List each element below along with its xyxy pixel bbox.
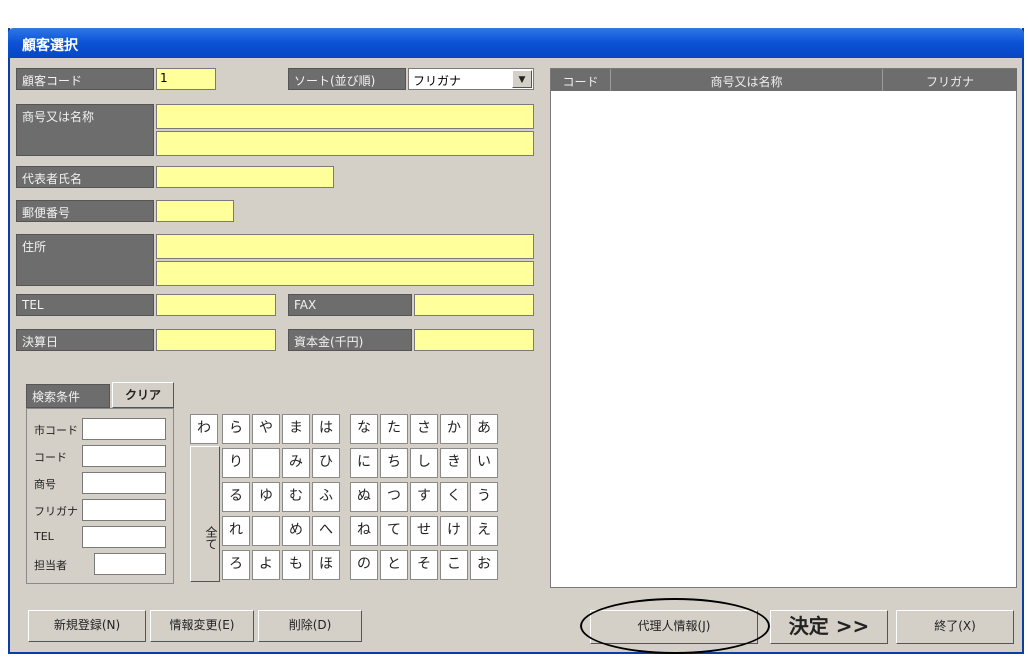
kana-cell[interactable]: ち bbox=[380, 448, 408, 478]
kana-cell[interactable]: や bbox=[252, 414, 280, 444]
edit-button[interactable]: 情報変更(E) bbox=[150, 610, 254, 642]
search-field-label: 市コード bbox=[34, 424, 78, 437]
kana-cell[interactable]: ひ bbox=[312, 448, 340, 478]
settlement-input[interactable] bbox=[156, 329, 276, 351]
customer-list[interactable]: コード 商号又は名称 フリガナ bbox=[550, 68, 1017, 588]
search-field-input[interactable] bbox=[82, 499, 166, 521]
capital-label: 資本金(千円) bbox=[288, 329, 412, 351]
list-header-name[interactable]: 商号又は名称 bbox=[611, 69, 883, 91]
kana-cell[interactable]: へ bbox=[312, 516, 340, 546]
kana-cell[interactable]: ぬ bbox=[350, 482, 378, 512]
address-input-2[interactable] bbox=[156, 261, 534, 286]
representative-input[interactable] bbox=[156, 166, 334, 188]
search-field-label: TEL bbox=[34, 530, 54, 543]
decide-button[interactable]: 決定 >> bbox=[770, 610, 888, 644]
kana-cell[interactable]: か bbox=[440, 414, 468, 444]
kana-cell[interactable]: う bbox=[470, 482, 498, 512]
kana-cell[interactable]: た bbox=[380, 414, 408, 444]
kana-cell[interactable]: い bbox=[470, 448, 498, 478]
kana-cell[interactable]: る bbox=[222, 482, 250, 512]
tel-label: TEL bbox=[16, 294, 154, 316]
list-header-code[interactable]: コード bbox=[551, 69, 611, 91]
tel-input[interactable] bbox=[156, 294, 276, 316]
search-field-input[interactable] bbox=[82, 526, 166, 548]
kana-cell[interactable]: ろ bbox=[222, 550, 250, 580]
kana-cell[interactable]: と bbox=[380, 550, 408, 580]
clear-button[interactable]: クリア bbox=[112, 382, 174, 408]
kana-cell[interactable]: し bbox=[410, 448, 438, 478]
search-field-label: フリガナ bbox=[34, 505, 78, 518]
kana-cell[interactable]: よ bbox=[252, 550, 280, 580]
kana-cell[interactable]: に bbox=[350, 448, 378, 478]
kana-cell[interactable]: て bbox=[380, 516, 408, 546]
name-input-2[interactable] bbox=[156, 131, 534, 156]
kana-cell[interactable]: さ bbox=[410, 414, 438, 444]
kana-cell[interactable]: の bbox=[350, 550, 378, 580]
new-button[interactable]: 新規登録(N) bbox=[28, 610, 146, 642]
capital-input[interactable] bbox=[414, 329, 534, 351]
settlement-label: 決算日 bbox=[16, 329, 154, 351]
kana-cell[interactable]: く bbox=[440, 482, 468, 512]
address-label: 住所 bbox=[16, 234, 154, 286]
postal-input[interactable] bbox=[156, 200, 234, 222]
list-header-kana[interactable]: フリガナ bbox=[883, 69, 1017, 91]
highlight-ellipse bbox=[580, 598, 770, 654]
exit-button[interactable]: 終了(X) bbox=[896, 610, 1014, 644]
kana-cell[interactable]: り bbox=[222, 448, 250, 478]
search-title: 検索条件 bbox=[26, 384, 110, 408]
search-field-label: 担当者 bbox=[34, 559, 67, 572]
kana-cell[interactable]: め bbox=[282, 516, 310, 546]
kana-cell[interactable]: ゆ bbox=[252, 482, 280, 512]
kana-cell bbox=[252, 516, 280, 546]
kana-cell[interactable]: な bbox=[350, 414, 378, 444]
delete-button[interactable]: 削除(D) bbox=[258, 610, 362, 642]
search-field-label: 商号 bbox=[34, 478, 56, 491]
name-input-1[interactable] bbox=[156, 104, 534, 129]
fax-input[interactable] bbox=[414, 294, 534, 316]
sort-value: フリガナ bbox=[413, 74, 462, 88]
search-field-label: コード bbox=[34, 451, 67, 464]
chevron-down-icon[interactable]: ▼ bbox=[512, 70, 532, 88]
sort-label: ソート(並び順) bbox=[288, 68, 406, 90]
name-label: 商号又は名称 bbox=[16, 104, 154, 156]
representative-label: 代表者氏名 bbox=[16, 166, 154, 188]
kana-cell[interactable]: み bbox=[282, 448, 310, 478]
kana-cell[interactable]: れ bbox=[222, 516, 250, 546]
search-field-input[interactable] bbox=[82, 472, 166, 494]
kana-cell[interactable]: き bbox=[440, 448, 468, 478]
kana-cell[interactable]: ま bbox=[282, 414, 310, 444]
search-field-input[interactable] bbox=[82, 418, 166, 440]
search-field-input[interactable] bbox=[82, 445, 166, 467]
kana-cell[interactable]: ふ bbox=[312, 482, 340, 512]
address-input-1[interactable] bbox=[156, 234, 534, 259]
customer-code-label: 顧客コード bbox=[16, 68, 154, 90]
kana-cell[interactable]: も bbox=[282, 550, 310, 580]
kana-cell[interactable]: あ bbox=[470, 414, 498, 444]
fax-label: FAX bbox=[288, 294, 412, 316]
kana-cell[interactable]: ほ bbox=[312, 550, 340, 580]
kana-cell[interactable]: お bbox=[470, 550, 498, 580]
search-field-input[interactable] bbox=[94, 553, 166, 575]
kana-cell[interactable]: そ bbox=[410, 550, 438, 580]
window-title: 顧客選択 bbox=[22, 38, 78, 54]
kana-cell[interactable]: す bbox=[410, 482, 438, 512]
kana-cell[interactable]: せ bbox=[410, 516, 438, 546]
kana-all-button[interactable]: 全て bbox=[190, 446, 220, 582]
kana-cell bbox=[252, 448, 280, 478]
kana-cell[interactable]: ね bbox=[350, 516, 378, 546]
kana-cell[interactable]: ら bbox=[222, 414, 250, 444]
kana-cell[interactable]: こ bbox=[440, 550, 468, 580]
kana-cell[interactable]: わ bbox=[190, 414, 218, 444]
kana-cell[interactable]: け bbox=[440, 516, 468, 546]
kana-cell[interactable]: は bbox=[312, 414, 340, 444]
postal-label: 郵便番号 bbox=[16, 200, 154, 222]
kana-cell[interactable]: む bbox=[282, 482, 310, 512]
kana-cell[interactable]: え bbox=[470, 516, 498, 546]
customer-code-input[interactable]: 1 bbox=[156, 68, 216, 90]
title-bar: 顧客選択 bbox=[8, 28, 1024, 58]
kana-cell[interactable]: つ bbox=[380, 482, 408, 512]
